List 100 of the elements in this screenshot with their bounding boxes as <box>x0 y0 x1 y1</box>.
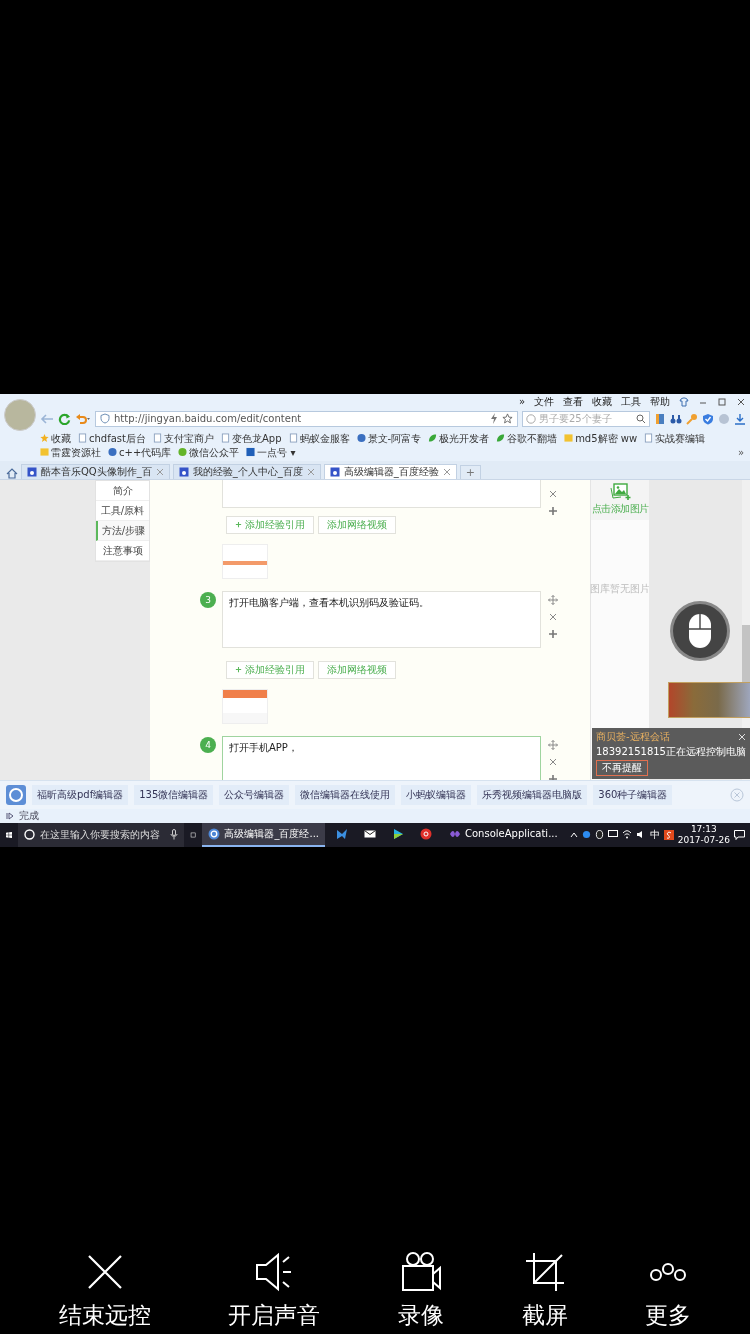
section-nav-item[interactable]: 注意事项 <box>96 540 149 561</box>
wifi-icon[interactable] <box>621 830 632 839</box>
url-text: http://jingyan.baidu.com/edit/content <box>114 413 303 424</box>
paw-icon <box>329 466 340 477</box>
bookmark-link[interactable]: 微信公众平 <box>178 445 240 459</box>
bookmark-link[interactable]: 变色龙App <box>220 431 282 445</box>
menu-item[interactable]: 查看 <box>563 396 583 408</box>
toolbar-button[interactable]: 更多 <box>645 1252 692 1334</box>
notification-message: 18392151815正在远程控制电脑 <box>596 744 746 759</box>
crop-icon <box>524 1252 565 1292</box>
browser-tab[interactable]: 酷本音乐QQ头像制作_百 <box>21 463 170 479</box>
bookmark-link[interactable]: 支付宝商户 <box>152 431 214 445</box>
s-logo-icon <box>526 413 536 424</box>
bookmark-link[interactable]: 收藏 <box>40 431 71 445</box>
undo-icon[interactable] <box>75 412 91 425</box>
suggestion-chip[interactable]: 360种子编辑器 <box>593 784 673 805</box>
chevron-up-icon[interactable] <box>569 831 578 838</box>
plus-icon[interactable] <box>548 628 558 639</box>
s-logo-icon[interactable] <box>663 829 674 840</box>
new-tab-button[interactable]: + <box>459 464 481 479</box>
address-bar[interactable]: http://jingyan.baidu.com/edit/content <box>95 410 518 427</box>
close-icon[interactable] <box>549 489 557 498</box>
plus-icon[interactable] <box>548 505 558 516</box>
bookmark-link[interactable]: 极光开发者 <box>428 431 490 445</box>
menu-item[interactable]: 帮助 <box>650 396 670 408</box>
taskbar-search-field[interactable]: 在这里输入你要搜索的内容 <box>18 822 185 847</box>
browser-tab[interactable]: 高级编辑器_百度经验 <box>323 463 457 479</box>
suggestion-chip[interactable]: 微信编辑器在线使用 <box>295 784 396 805</box>
download-icon[interactable] <box>734 412 746 425</box>
section-nav-item[interactable]: 工具/原料 <box>96 500 149 521</box>
suggestion-chip[interactable]: 135微信编辑器 <box>134 784 214 805</box>
bookmark-link[interactable]: c++代码库 <box>108 445 172 459</box>
close-icon[interactable] <box>442 467 451 476</box>
menu-item[interactable]: 工具 <box>621 396 641 408</box>
move-icon[interactable] <box>548 594 558 605</box>
envelope-icon <box>364 827 376 840</box>
menu-item[interactable]: » <box>518 396 525 408</box>
leaf-icon <box>428 433 438 443</box>
suggestion-chip[interactable]: 小蚂蚁编辑器 <box>401 784 472 805</box>
lightning-icon[interactable] <box>490 413 498 424</box>
suggestion-chip[interactable]: 乐秀视频编辑器电脑版 <box>477 784 588 805</box>
page-icon <box>220 433 230 443</box>
music-disc-icon <box>420 827 432 840</box>
taskbar-app-button[interactable]: 高级编辑器_百度经... <box>202 822 325 847</box>
menu-item[interactable]: 文件 <box>534 396 554 408</box>
task-view-icon[interactable] <box>190 829 197 840</box>
bookmark-link[interactable]: 谷歌不翻墙 <box>496 431 558 445</box>
section-nav-item[interactable]: 方法/步骤 <box>96 520 149 541</box>
paw-icon <box>178 466 189 477</box>
close-icon[interactable] <box>549 757 557 766</box>
notification-center-icon[interactable] <box>734 829 745 840</box>
bookmark-link[interactable]: md5解密 ww <box>564 431 638 445</box>
bookmark-link[interactable]: 蚂蚁金服客 <box>288 431 350 445</box>
toolbar-button[interactable]: 录像 <box>398 1252 444 1334</box>
plus-icon[interactable] <box>548 773 558 780</box>
toolbar-button[interactable]: 截屏 <box>521 1252 568 1334</box>
search-icon[interactable] <box>636 413 646 424</box>
step-text-field[interactable]: 打开电脑客户端，查看本机识别码及验证码。 <box>222 590 541 648</box>
refresh-icon[interactable] <box>58 412 71 425</box>
paw-icon <box>27 466 37 477</box>
close-icon[interactable] <box>549 612 557 621</box>
bookmark-link[interactable]: 一点号 ▾ <box>246 445 296 459</box>
bookmark-link[interactable]: 实战赛编辑 <box>644 431 706 445</box>
folder-icon <box>564 433 574 443</box>
suggestion-chip[interactable]: 福昕高级pdf编辑器 <box>32 784 129 805</box>
sidebar-icon[interactable] <box>654 412 666 425</box>
step-text-field[interactable]: 打开手机APP， <box>222 735 541 780</box>
shield-check-icon[interactable] <box>702 412 714 425</box>
mouse-icon[interactable] <box>669 599 731 662</box>
menu-item[interactable]: 收藏 <box>592 396 612 408</box>
input-method-indicator[interactable]: 中 <box>649 827 660 842</box>
step-text-field[interactable] <box>222 479 541 508</box>
close-icon[interactable] <box>736 397 746 407</box>
move-icon[interactable] <box>548 739 558 750</box>
shirt-icon[interactable] <box>679 397 689 407</box>
video-camera-icon <box>401 1252 441 1292</box>
section-nav-item[interactable]: 简介 <box>96 480 149 501</box>
page-icon <box>288 433 298 443</box>
game-banner-placeholder[interactable] <box>668 681 750 718</box>
screenshot-thumbnail[interactable] <box>222 543 268 579</box>
plus-icon <box>235 521 242 528</box>
binoculars-icon[interactable] <box>670 412 682 425</box>
toolbar-button[interactable]: 开启声音 <box>228 1252 321 1334</box>
dismiss-button[interactable]: 不再提醒 <box>596 759 648 776</box>
home-icon[interactable] <box>6 467 18 479</box>
toolbar-button[interactable]: 结束远控 <box>58 1252 151 1334</box>
network-icon[interactable] <box>607 830 618 839</box>
bookmark-link[interactable]: chdfast后台 <box>78 431 146 445</box>
bookmark-link[interactable]: 景文-阿富专 <box>356 431 422 445</box>
star-icon[interactable] <box>502 413 513 424</box>
more-bookmarks-button[interactable]: » <box>737 446 744 458</box>
suggestion-chip[interactable]: 公众号编辑器 <box>219 784 290 805</box>
taskbar-clock[interactable]: 17:13 2017-07-26 <box>677 823 730 846</box>
screenshot-thumbnail[interactable] <box>222 688 268 724</box>
bookmark-link[interactable]: 雷霆资源社 <box>40 445 101 459</box>
maximize-icon[interactable] <box>717 397 727 407</box>
search-input[interactable]: 在这里输入你要搜索的内容 <box>40 829 166 840</box>
taskbar-app-button[interactable]: ConsoleApplicati... <box>443 822 564 847</box>
search-field[interactable]: 男子要25个妻子 <box>522 410 650 427</box>
browser-tab[interactable]: 我的经验_个人中心_百度 <box>172 463 321 479</box>
